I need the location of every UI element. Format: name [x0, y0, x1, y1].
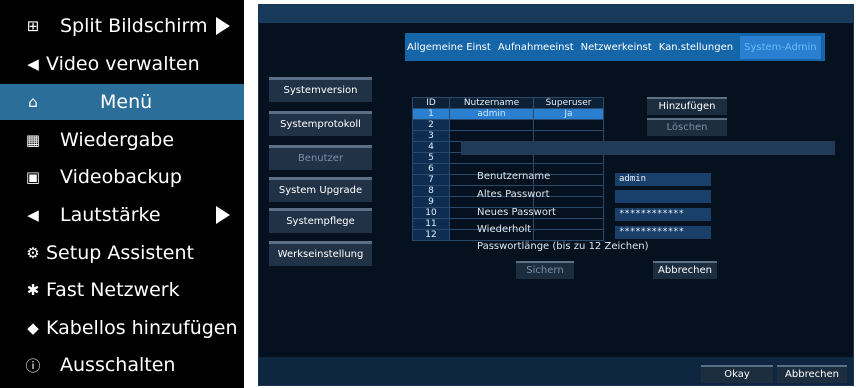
menu-item-shutdown[interactable]: ⓘ Ausschalten — [0, 347, 244, 383]
menu-item-label: Video verwalten — [46, 53, 200, 75]
cell-id: 2 — [412, 119, 450, 131]
table-row[interactable]: 3 — [412, 130, 605, 142]
settings-tabs: Allgemeine Einst Aufnahmeeinst Netzwerke… — [405, 33, 825, 61]
shutdown-icon: ⓘ — [25, 356, 41, 375]
username-label: Benutzername — [477, 171, 551, 182]
sidebar-item-system-upgrade[interactable]: System Upgrade — [269, 177, 372, 202]
menu-item-split-screen[interactable]: ⊞ Split Bildschirm — [0, 8, 244, 44]
tab-system-admin[interactable]: System-Admin — [740, 35, 821, 59]
delete-user-button[interactable]: Löschen — [647, 118, 727, 136]
split-screen-icon: ⊞ — [26, 17, 40, 35]
fast-network-icon: ✱ — [26, 281, 40, 299]
cell-id: 10 — [412, 207, 450, 219]
tab-general[interactable]: Allgemeine Einst — [407, 42, 491, 53]
repeat-password-field[interactable]: ************ — [615, 226, 711, 239]
menu-item-video-backup[interactable]: ▣ Videobackup — [0, 159, 244, 195]
user-table: ID Nutzername Superuser 1 admin Ja 2 3 4 5 6 7 8 9… — [412, 97, 605, 241]
main-menu-panel: ⊞ Split Bildschirm ◀ Video verwalten ⌂ Menü ▦ W… — [0, 0, 244, 388]
dialog-footer: Okay Abbrechen — [259, 357, 853, 385]
cell-id: 12 — [412, 229, 450, 241]
cell-id: 3 — [412, 130, 450, 142]
volume-icon: ◀ — [27, 206, 39, 224]
cell-superuser — [532, 218, 605, 230]
cell-id: 9 — [412, 196, 450, 208]
okay-button[interactable]: Okay — [701, 365, 773, 383]
tab-channel[interactable]: Kan.stellungen — [659, 42, 733, 53]
sidebar-item-systemprotokoll[interactable]: Systemprotokoll — [269, 111, 372, 136]
table-row[interactable]: 2 — [412, 119, 605, 131]
submenu-arrow-icon — [216, 17, 230, 35]
repeat-password-label: Wiederholt — [477, 224, 532, 235]
column-header-username: Nutzername — [449, 97, 534, 109]
table-row[interactable]: 1 admin Ja — [412, 108, 605, 120]
menu-item-video-manage[interactable]: ◀ Video verwalten — [0, 46, 244, 82]
old-password-label: Altes Passwort — [477, 189, 550, 200]
column-header-superuser: Superuser — [532, 97, 605, 109]
old-password-field[interactable] — [615, 190, 711, 203]
menu-icon: ⌂ — [28, 93, 38, 111]
username-field[interactable]: admin — [615, 173, 711, 186]
column-header-id: ID — [412, 97, 450, 109]
sidebar-item-werkseinstellung[interactable]: Werkseinstellung — [269, 241, 372, 266]
cell-superuser — [532, 119, 605, 131]
cell-username — [449, 130, 534, 142]
video-manage-icon: ◀ — [27, 55, 39, 73]
cell-superuser: Ja — [532, 108, 605, 120]
menu-item-label: Menü — [100, 91, 153, 113]
cancel-form-button[interactable]: Abbrechen — [653, 261, 717, 279]
cell-id: 5 — [412, 152, 450, 164]
menu-item-fast-network[interactable]: ✱ Fast Netzwerk — [0, 272, 244, 308]
menu-item-label: Wiedergabe — [60, 129, 175, 151]
password-length-note: Passwortlänge (bis zu 12 Zeichen) — [477, 241, 649, 252]
sidebar-item-systemversion[interactable]: Systemversion — [269, 77, 372, 102]
cell-superuser — [532, 130, 605, 142]
menu-item-label: Videobackup — [60, 166, 182, 188]
save-button[interactable]: Sichern — [516, 261, 574, 279]
new-password-label: Neues Passwort — [477, 207, 556, 218]
tab-recording[interactable]: Aufnahmeeinst — [498, 42, 574, 53]
video-backup-icon: ▣ — [25, 168, 41, 186]
menu-item-label: Split Bildschirm — [60, 15, 208, 37]
setup-assistant-icon: ⚙ — [26, 244, 40, 262]
sidebar-item-benutzer[interactable]: Benutzer — [269, 145, 372, 170]
wireless-add-icon: ◆ — [27, 319, 39, 337]
menu-item-label: Lautstärke — [60, 204, 161, 226]
cell-id: 6 — [412, 163, 450, 175]
dialog-title-bar — [259, 5, 853, 23]
menu-item-wireless-add[interactable]: ◆ Kabellos hinzufügen — [0, 310, 244, 346]
submenu-arrow-icon — [216, 206, 230, 224]
menu-item-label: Setup Assistent — [46, 242, 194, 264]
cell-superuser — [532, 229, 605, 241]
cell-username: admin — [449, 108, 534, 120]
form-header-bar — [461, 141, 835, 155]
cell-id: 4 — [412, 141, 450, 153]
tab-network[interactable]: Netzwerkeinst — [581, 42, 652, 53]
cell-id: 8 — [412, 185, 450, 197]
footer-cancel-button[interactable]: Abbrechen — [777, 365, 847, 383]
cell-id: 11 — [412, 218, 450, 230]
menu-item-setup-assistant[interactable]: ⚙ Setup Assistent — [0, 235, 244, 271]
sidebar-item-systempflege[interactable]: Systempflege — [269, 208, 372, 233]
menu-item-label: Fast Netzwerk — [46, 279, 180, 301]
cell-username — [449, 119, 534, 131]
add-user-button[interactable]: Hinzufügen — [647, 97, 727, 115]
cell-id: 1 — [412, 108, 450, 120]
cell-id: 7 — [412, 174, 450, 186]
menu-item-menu[interactable]: ⌂ Menü — [0, 84, 244, 120]
playback-icon: ▦ — [25, 131, 41, 149]
menu-item-label: Kabellos hinzufügen — [46, 317, 238, 339]
system-admin-dialog: Allgemeine Einst Aufnahmeeinst Netzwerke… — [258, 4, 854, 386]
new-password-field[interactable]: ************ — [615, 208, 711, 221]
menu-item-label: Ausschalten — [60, 354, 176, 376]
menu-item-playback[interactable]: ▦ Wiedergabe — [0, 122, 244, 158]
menu-item-volume[interactable]: ◀ Lautstärke — [0, 197, 244, 233]
